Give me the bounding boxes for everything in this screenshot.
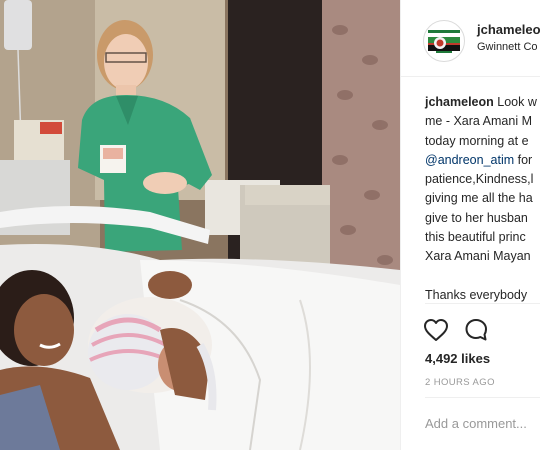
post-photo[interactable]	[0, 0, 400, 450]
caption-line: @andreon_atim for	[425, 151, 540, 170]
caption-username-link[interactable]: jchameleon	[425, 95, 494, 109]
flag-logo-icon	[428, 30, 460, 53]
caption-text: for	[514, 152, 533, 167]
caption-line: giving me all the ha	[425, 191, 533, 206]
post-header: jchameleon Gwinnett Co	[401, 0, 540, 77]
post-photo-image	[0, 0, 400, 450]
comment-bubble-icon[interactable]	[464, 318, 490, 347]
heart-icon[interactable]	[423, 318, 449, 347]
caption-line: this beautiful princ	[425, 230, 526, 245]
add-comment-input[interactable]	[425, 412, 540, 434]
caption-mention-link[interactable]: @andreon_atim	[425, 153, 514, 167]
post-caption: jchameleon Look w me - Xara Amani M toda…	[425, 93, 540, 305]
section-divider	[425, 397, 540, 398]
location-link[interactable]: Gwinnett Co	[477, 41, 538, 53]
avatar[interactable]	[423, 20, 465, 62]
caption-text: Look w	[493, 95, 537, 109]
caption-line	[425, 267, 540, 286]
caption-line: give to her husban	[425, 210, 528, 225]
username-link[interactable]: jchameleon	[477, 22, 540, 37]
caption-line: today morning at e	[425, 133, 529, 148]
caption-line: jchameleon Look w	[425, 93, 540, 112]
post-details-panel: jchameleon Gwinnett Co jchameleon Look w…	[400, 0, 540, 450]
likes-count[interactable]: 4,492 likes	[425, 351, 490, 366]
post-timestamp[interactable]: 2 HOURS AGO	[425, 377, 495, 388]
caption-line: Xara Amani Mayan	[425, 249, 531, 264]
caption-line: me - Xara Amani M	[425, 114, 532, 129]
section-divider	[425, 303, 540, 304]
caption-line: patience,Kindness,l	[425, 172, 534, 187]
